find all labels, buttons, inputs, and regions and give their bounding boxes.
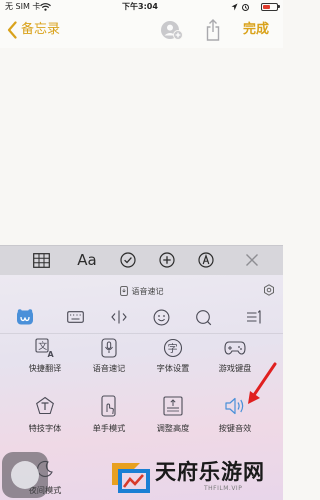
adjust-height-icon[interactable]: [161, 394, 185, 418]
menu-icon[interactable]: [243, 306, 265, 328]
translate-icon[interactable]: 文A: [33, 336, 57, 360]
close-icon[interactable]: [242, 250, 262, 270]
grid-label-adjust-height[interactable]: 调整高度: [138, 423, 208, 433]
emoji-icon[interactable]: [150, 306, 172, 328]
assistive-touch-dot: [11, 461, 39, 489]
carrier-label: 无 SIM 卡: [5, 2, 41, 11]
keyboard-divider: [0, 333, 283, 334]
grid-label-translate[interactable]: 快捷翻译: [10, 363, 80, 373]
battery-indicator: [261, 3, 278, 11]
grid-label-key-sound[interactable]: 按键音效: [200, 423, 270, 433]
note-text-area[interactable]: [0, 48, 283, 245]
done-button[interactable]: 完成: [243, 22, 269, 38]
cursor-icon[interactable]: [108, 306, 130, 328]
keyboard-logo-icon[interactable]: [14, 306, 36, 328]
text-style-button[interactable]: Aa: [75, 250, 99, 270]
checklist-icon[interactable]: [118, 250, 138, 270]
one-hand-icon[interactable]: [97, 394, 121, 418]
voice-memo-label: 语音速记: [131, 286, 164, 296]
search-icon[interactable]: [192, 306, 214, 328]
svg-text:A: A: [48, 350, 55, 358]
keyboard-settings-icon[interactable]: [263, 284, 275, 296]
voice-memo-small-icon: [119, 286, 128, 296]
location-icon: [231, 3, 238, 11]
status-time: 下午3:04: [122, 2, 158, 11]
voice-memo-bar[interactable]: 语音速记: [0, 282, 283, 300]
gamepad-icon[interactable]: [223, 336, 247, 360]
watermark-subtitle: THFILM.VIP: [204, 485, 243, 492]
grid-label-font-settings[interactable]: 字体设置: [138, 363, 208, 373]
font-settings-icon[interactable]: 字: [161, 336, 185, 360]
svg-text:文: 文: [38, 340, 47, 352]
add-person-icon[interactable]: [160, 20, 184, 42]
battery-level-fill: [263, 5, 270, 9]
watermark-logo: [112, 463, 150, 493]
grid-label-special-font[interactable]: 特技字体: [10, 423, 80, 433]
special-font-icon[interactable]: [33, 394, 57, 418]
back-button[interactable]: 备忘录: [21, 22, 60, 38]
keyboard-icon[interactable]: [64, 306, 86, 328]
svg-text:字: 字: [168, 342, 178, 355]
grid-label-voice-memo[interactable]: 语音速记: [74, 363, 144, 373]
battery-tip: [278, 5, 280, 8]
markup-icon[interactable]: [196, 250, 216, 270]
grid-label-one-hand[interactable]: 单手模式: [74, 423, 144, 433]
voice-memo-icon[interactable]: [97, 336, 121, 360]
add-icon[interactable]: [157, 250, 177, 270]
watermark-title: 天府乐游网: [155, 460, 265, 484]
alarm-lock-icon: [242, 4, 249, 11]
table-icon[interactable]: [31, 250, 51, 270]
annotation-arrow: [248, 362, 277, 404]
wifi-icon: [40, 3, 51, 11]
share-icon[interactable]: [206, 18, 220, 42]
back-chevron-icon[interactable]: [7, 21, 17, 39]
